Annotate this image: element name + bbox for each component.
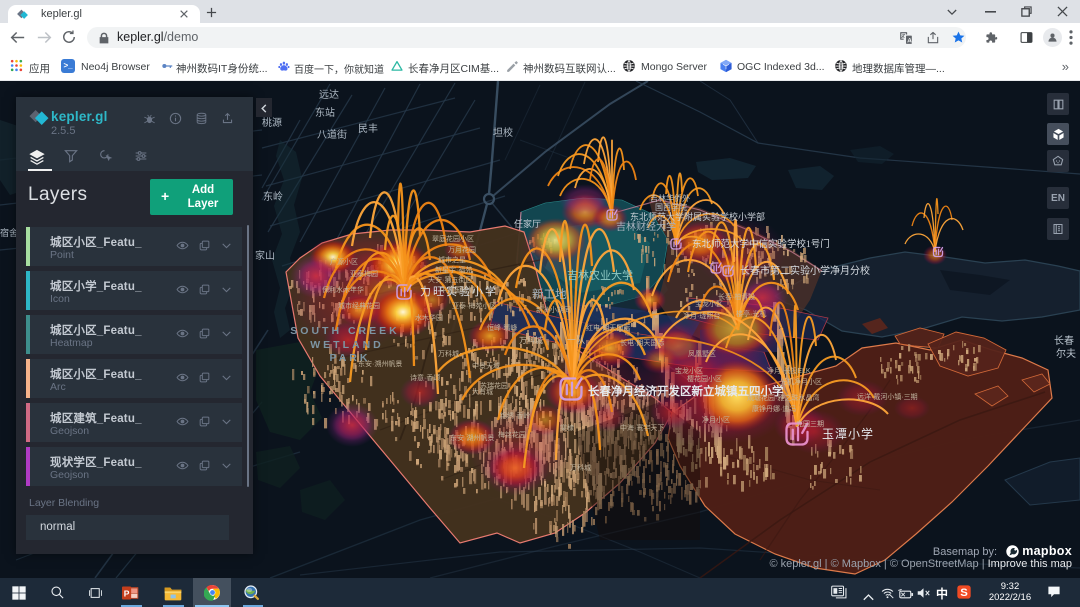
svg-text:万科城: 万科城 xyxy=(438,349,459,358)
svg-text:大有城: 大有城 xyxy=(472,387,493,396)
svg-text:梅铭花园: 梅铭花园 xyxy=(498,430,526,439)
svg-text:克园三期: 克园三期 xyxy=(796,420,824,428)
svg-text:坦校: 坦校 xyxy=(493,126,513,139)
svg-text:宝龙小区: 宝龙小区 xyxy=(695,299,723,308)
svg-text:任家厅: 任家厅 xyxy=(514,218,541,229)
svg-text:锦绣·香岭: 锦绣·香岭 xyxy=(500,411,530,420)
svg-text:东安·溯州帆景: 东安·溯州帆景 xyxy=(358,359,402,368)
svg-text:楼亭·光机: 楼亭·光机 xyxy=(736,309,766,318)
svg-text:东北师范大学中信实验学校1号门: 东北师范大学中信实验学校1号门 xyxy=(692,238,830,250)
svg-text:中置国际城: 中置国际城 xyxy=(440,285,475,294)
svg-text:桃源: 桃源 xyxy=(262,116,282,129)
svg-text:民丰: 民丰 xyxy=(358,122,378,135)
svg-text:八道街: 八道街 xyxy=(317,128,347,141)
svg-text:东北师范大学附属实验学校小学部: 东北师范大学附属实验学校小学部 xyxy=(630,211,765,222)
svg-text:长春·柚青投: 长春·柚青投 xyxy=(718,292,755,301)
svg-text:光机净月小区: 光机净月小区 xyxy=(780,377,822,386)
svg-text:吉林华侨外: 吉林华侨外 xyxy=(650,193,690,203)
svg-text:翠庭花园小区: 翠庭花园小区 xyxy=(432,234,474,243)
svg-text:水木华园: 水木华园 xyxy=(415,313,443,322)
svg-text:WETLAND: WETLAND xyxy=(310,339,384,351)
svg-text:观塘花园·雅之珠水晶湾: 观塘花园·雅之珠水晶湾 xyxy=(747,393,819,402)
svg-text:净月小区: 净月小区 xyxy=(702,415,730,424)
svg-text:远洋·戴河小镇·三期: 远洋·戴河小镇·三期 xyxy=(857,392,918,401)
svg-text:长电·朗天国际: 长电·朗天国际 xyxy=(620,338,664,347)
svg-text:城市经典花园: 城市经典花园 xyxy=(338,301,380,310)
svg-text:净月·长投ELK: 净月·长投ELK xyxy=(767,366,811,375)
svg-text:万月花园: 万月花园 xyxy=(448,245,476,254)
svg-text:长春市第二实验小学净月分校: 长春市第二实验小学净月分校 xyxy=(740,264,870,277)
svg-text:康铮丹娜·迪冯: 康铮丹娜·迪冯 xyxy=(752,404,796,413)
svg-text:万科城: 万科城 xyxy=(519,335,543,345)
svg-text:亚泰·梅苑小区: 亚泰·梅苑小区 xyxy=(452,301,496,310)
svg-text:万科城: 万科城 xyxy=(570,463,591,472)
svg-text:亚泰梅园: 亚泰梅园 xyxy=(350,269,378,278)
svg-text:东站: 东站 xyxy=(315,106,335,119)
svg-text:玉潭小学: 玉潭小学 xyxy=(822,426,874,441)
svg-text:凤凰墅区: 凤凰墅区 xyxy=(688,349,716,358)
svg-text:尔夫: 尔夫 xyxy=(1056,347,1076,360)
svg-text:樱花园小区: 樱花园小区 xyxy=(687,374,722,383)
svg-text:新工地: 新工地 xyxy=(532,287,567,301)
svg-text:东岭: 东岭 xyxy=(263,190,283,203)
svg-text:广源小区: 广源小区 xyxy=(330,257,358,266)
svg-text:东安·湖州帆景: 东安·湖州帆景 xyxy=(450,433,494,442)
svg-text:新洲小胡同: 新洲小胡同 xyxy=(536,305,571,314)
svg-text:城市之星: 城市之星 xyxy=(438,255,466,264)
svg-text:宝龙小区: 宝龙小区 xyxy=(675,366,703,375)
svg-text:新星宇·福苑: 新星宇·福苑 xyxy=(435,265,472,274)
svg-text:恒峰·晴峰: 恒峰·晴峰 xyxy=(487,323,517,332)
svg-text:红电·朗天国际: 红电·朗天国际 xyxy=(586,323,630,332)
svg-text:远达: 远达 xyxy=(319,89,339,101)
svg-text:SOUTH CREEK: SOUTH CREEK xyxy=(290,325,399,337)
svg-text:天安·第五街区: 天安·第五街区 xyxy=(428,275,472,284)
svg-text:中景天域: 中景天域 xyxy=(472,361,500,370)
svg-text:家山: 家山 xyxy=(255,249,275,262)
svg-text:长春: 长春 xyxy=(1054,335,1074,347)
svg-text:净月·珑熙台: 净月·珑熙台 xyxy=(683,311,720,320)
svg-text:棠棣: 棠棣 xyxy=(560,423,574,432)
svg-text:一队: 一队 xyxy=(567,334,585,345)
svg-text:诗意·香颂: 诗意·香颂 xyxy=(410,373,440,382)
svg-text:吉林财经大学: 吉林财经大学 xyxy=(616,220,676,233)
svg-text:中海·寰宇天下: 中海·寰宇天下 xyxy=(620,423,664,432)
svg-text:保利水木年华: 保利水木年华 xyxy=(322,285,364,294)
svg-text:S: S xyxy=(960,587,968,599)
svg-text:国西学院: 国西学院 xyxy=(655,202,687,212)
svg-text:吉林农业大学: 吉林农业大学 xyxy=(567,268,633,282)
